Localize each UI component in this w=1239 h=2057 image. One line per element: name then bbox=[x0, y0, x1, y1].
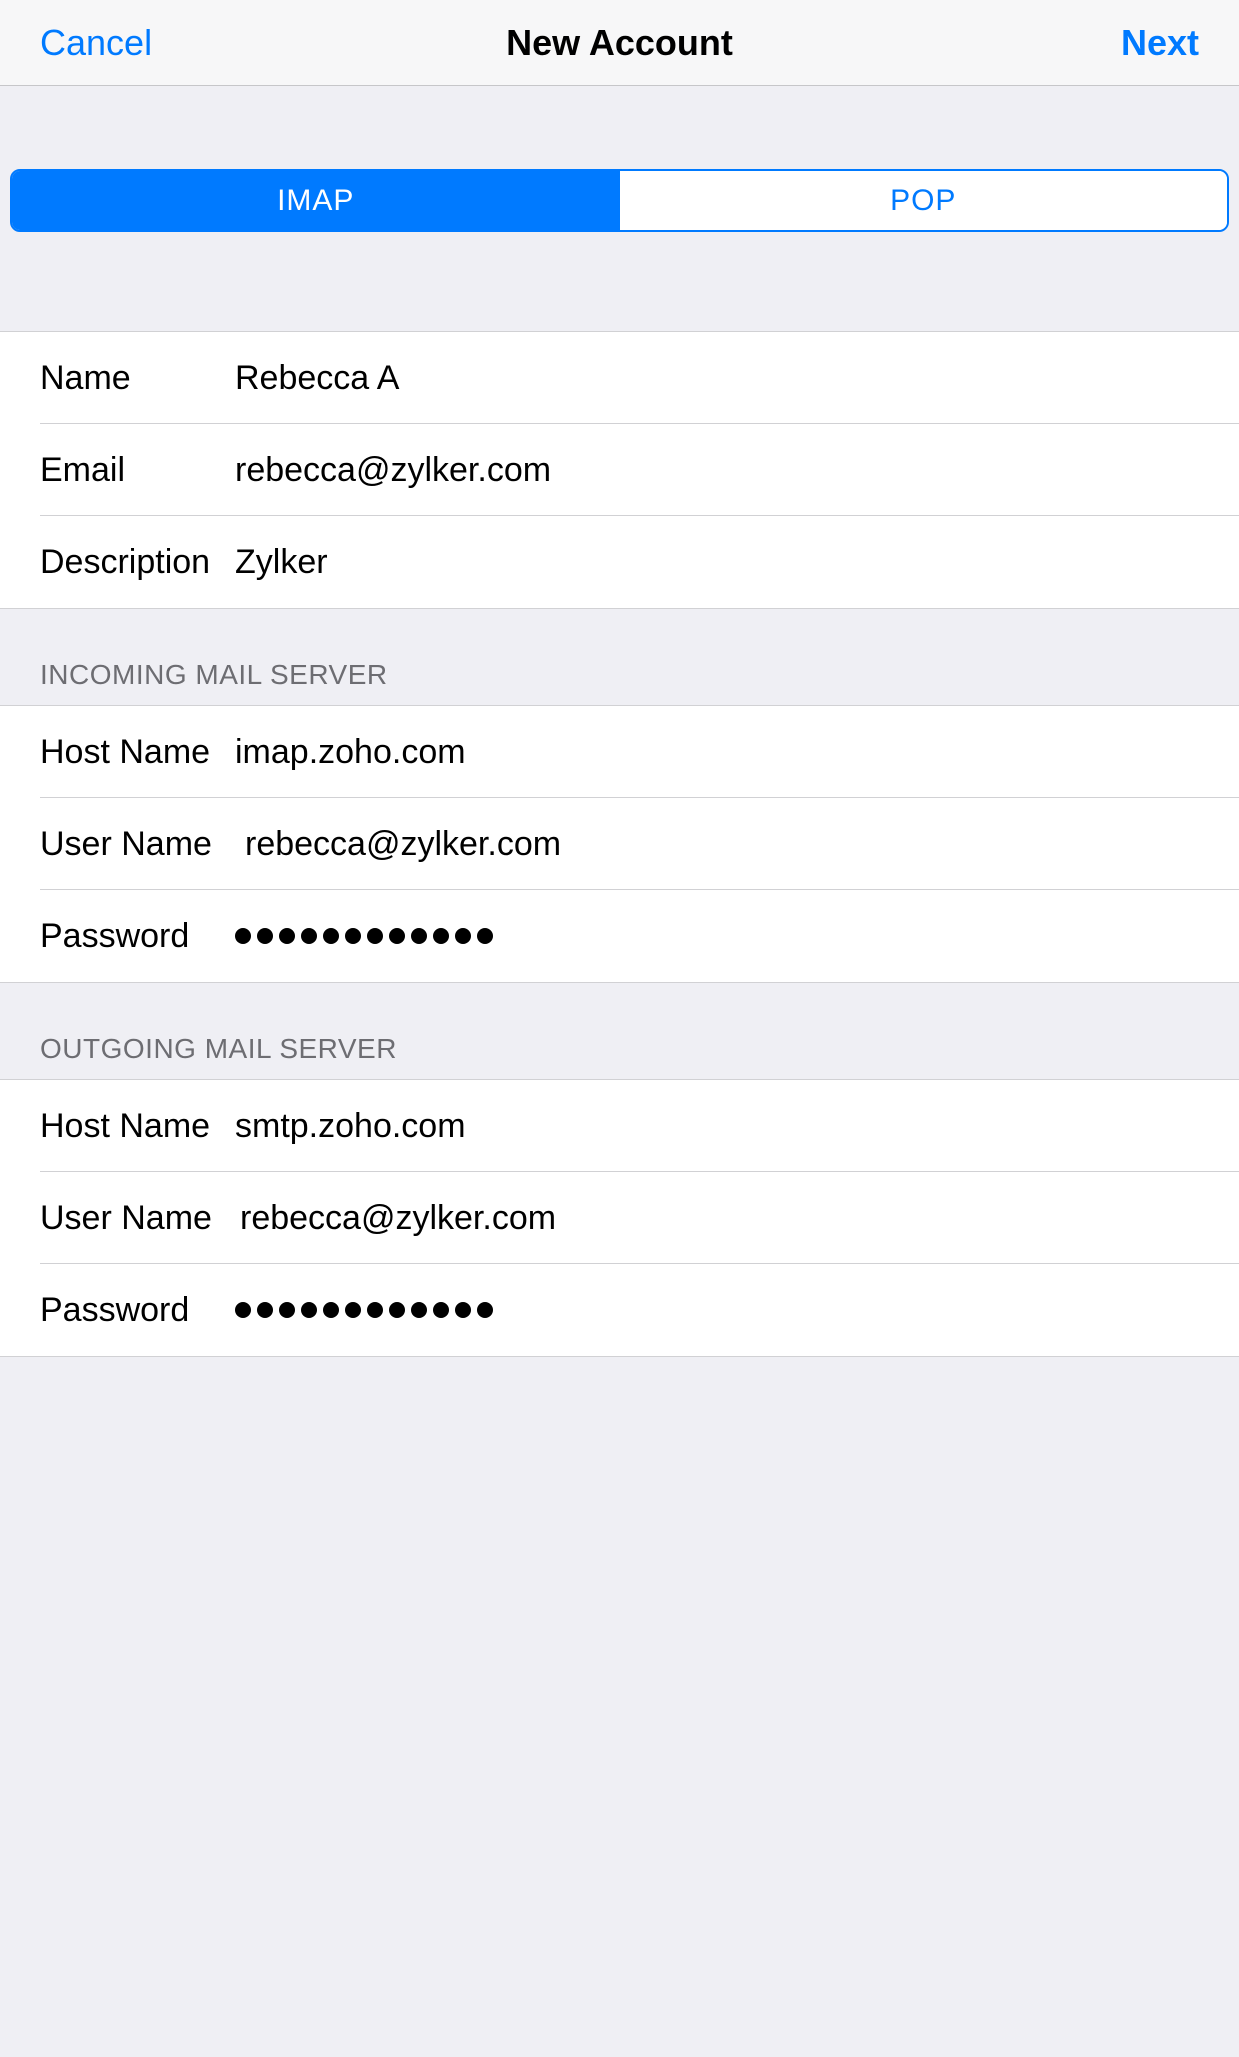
password-dots bbox=[235, 1302, 1219, 1318]
incoming-user-label: User Name bbox=[40, 825, 235, 864]
description-label: Description bbox=[40, 543, 235, 582]
outgoing-section: Host Name smtp.zoho.com User Name rebecc… bbox=[0, 1079, 1239, 1357]
email-label: Email bbox=[40, 451, 235, 490]
incoming-host-value[interactable]: imap.zoho.com bbox=[235, 733, 1239, 772]
outgoing-user-value[interactable]: rebecca@zylker.com bbox=[235, 1199, 1239, 1238]
description-value[interactable]: Zylker bbox=[235, 543, 1239, 582]
outgoing-header: OUTGOING MAIL SERVER bbox=[0, 983, 1239, 1079]
password-dots bbox=[235, 928, 1219, 944]
incoming-host-row[interactable]: Host Name imap.zoho.com bbox=[0, 706, 1239, 798]
outgoing-password-row[interactable]: Password bbox=[0, 1264, 1239, 1356]
outgoing-password-label: Password bbox=[40, 1291, 235, 1330]
outgoing-host-value[interactable]: smtp.zoho.com bbox=[235, 1107, 1239, 1146]
protocol-segmented-control: IMAP POP bbox=[10, 169, 1229, 232]
outgoing-user-label: User Name bbox=[40, 1199, 235, 1238]
next-button[interactable]: Next bbox=[1121, 22, 1199, 64]
incoming-user-value[interactable]: rebecca@zylker.com bbox=[235, 825, 1239, 864]
segment-pop[interactable]: POP bbox=[620, 171, 1228, 230]
segment-imap[interactable]: IMAP bbox=[12, 171, 620, 230]
incoming-header: INCOMING MAIL SERVER bbox=[0, 609, 1239, 705]
account-section: Name Rebecca A Email rebecca@zylker.com … bbox=[0, 331, 1239, 609]
protocol-segment-container: IMAP POP bbox=[0, 157, 1239, 244]
navbar: Cancel New Account Next bbox=[0, 0, 1239, 86]
page-title: New Account bbox=[506, 22, 733, 64]
incoming-password-label: Password bbox=[40, 917, 235, 956]
incoming-section: Host Name imap.zoho.com User Name rebecc… bbox=[0, 705, 1239, 983]
outgoing-user-row[interactable]: User Name rebecca@zylker.com bbox=[0, 1172, 1239, 1264]
outgoing-password-value[interactable] bbox=[235, 1302, 1239, 1318]
outgoing-host-row[interactable]: Host Name smtp.zoho.com bbox=[0, 1080, 1239, 1172]
name-value[interactable]: Rebecca A bbox=[235, 359, 1239, 398]
email-row[interactable]: Email rebecca@zylker.com bbox=[0, 424, 1239, 516]
bottom-spacer bbox=[0, 1357, 1239, 2057]
incoming-user-row[interactable]: User Name rebecca@zylker.com bbox=[0, 798, 1239, 890]
spacer bbox=[0, 244, 1239, 331]
incoming-password-value[interactable] bbox=[235, 928, 1239, 944]
incoming-host-label: Host Name bbox=[40, 733, 235, 772]
name-row[interactable]: Name Rebecca A bbox=[0, 332, 1239, 424]
outgoing-host-label: Host Name bbox=[40, 1107, 235, 1146]
cancel-button[interactable]: Cancel bbox=[40, 22, 152, 64]
email-value[interactable]: rebecca@zylker.com bbox=[235, 451, 1239, 490]
description-row[interactable]: Description Zylker bbox=[0, 516, 1239, 608]
incoming-password-row[interactable]: Password bbox=[0, 890, 1239, 982]
name-label: Name bbox=[40, 359, 235, 398]
